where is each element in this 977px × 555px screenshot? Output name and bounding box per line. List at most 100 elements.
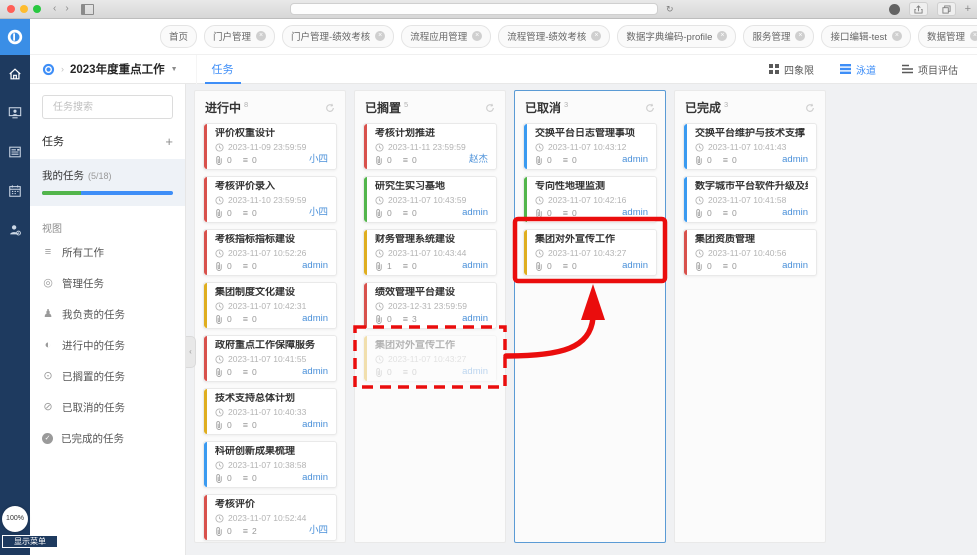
assignee-link[interactable]: admin	[302, 367, 328, 377]
task-card[interactable]: 数字城市平台软件升级及维护 2023-11-07 10:41:58 0 ≡ 0 …	[683, 176, 817, 223]
show-menu-button[interactable]: 显示菜单	[2, 535, 58, 548]
assignee-link[interactable]: 小四	[309, 155, 328, 165]
sidebar-view-item[interactable]: ⊘ 已取消的任务	[30, 392, 185, 423]
back-button[interactable]: ‹	[53, 4, 56, 14]
address-bar[interactable]	[290, 3, 658, 15]
task-card[interactable]: 考核指标指标建设 2023-11-07 10:52:26 0 ≡ 0 admin	[203, 229, 337, 276]
task-card[interactable]: 政府重点工作保障服务 2023-11-07 10:41:55 0 ≡ 0 adm…	[203, 335, 337, 382]
sidebar-view-item[interactable]: ◎ 管理任务	[30, 268, 185, 299]
task-card[interactable]: 技术支持总体计划 2023-11-07 10:40:33 0 ≡ 0 admin	[203, 388, 337, 435]
assignee-link[interactable]: admin	[782, 155, 808, 165]
task-card[interactable]: 集团对外宣传工作 2023-11-07 10:43:27 0 ≡ 0 admin	[363, 335, 497, 382]
close-icon[interactable]: ×	[892, 31, 902, 41]
task-card[interactable]: 考核计划推进 2023-11-11 23:59:59 0 ≡ 0 赵杰	[363, 123, 497, 170]
task-card[interactable]: 交换平台日志管理事项 2023-11-07 10:43:12 0 ≡ 0 adm…	[523, 123, 657, 170]
sidebar-view-item[interactable]: ◐ 进行中的任务	[30, 330, 185, 361]
share-icon[interactable]	[909, 2, 928, 16]
reload-icon[interactable]: ↻	[666, 3, 674, 15]
zoom-window-button[interactable]	[33, 5, 41, 13]
task-search[interactable]	[42, 95, 173, 119]
close-icon[interactable]: ×	[970, 31, 977, 41]
task-card[interactable]: 集团制度文化建设 2023-11-07 10:42:31 0 ≡ 0 admin	[203, 282, 337, 329]
home-icon[interactable]	[8, 67, 22, 81]
assignee-link[interactable]: admin	[302, 261, 328, 271]
assignee-link[interactable]: admin	[302, 314, 328, 324]
app-tab[interactable]: 数据管理 ×	[918, 25, 977, 48]
app-tab[interactable]: 接口编辑-test ×	[821, 25, 910, 48]
collapse-panel-handle[interactable]: ‹	[186, 336, 196, 368]
task-search-input[interactable]	[51, 101, 164, 114]
minimize-window-button[interactable]	[20, 5, 28, 13]
close-icon[interactable]: ×	[717, 31, 727, 41]
close-icon[interactable]: ×	[591, 31, 601, 41]
app-tab[interactable]: 服务管理 ×	[743, 25, 814, 48]
app-tab[interactable]: 流程管理-绩效考核 ×	[498, 25, 610, 48]
assignee-link[interactable]: admin	[782, 261, 808, 271]
assignee-link[interactable]: 小四	[309, 526, 328, 536]
app-tab[interactable]: 首页	[160, 25, 197, 48]
task-card[interactable]: 交换平台维护与技术支撑 2023-11-07 10:41:43 0 ≡ 0 ad…	[683, 123, 817, 170]
new-tab-button[interactable]: +	[965, 3, 971, 15]
task-card[interactable]: 考核评价 2023-11-07 10:52:44 0 ≡ 2 小四	[203, 494, 337, 541]
user-settings-icon[interactable]	[8, 223, 22, 237]
assignee-link[interactable]: admin	[462, 208, 488, 218]
app-tab[interactable]: 流程应用管理 ×	[401, 25, 491, 48]
app-logo[interactable]	[0, 18, 30, 55]
refresh-icon[interactable]	[325, 103, 335, 113]
task-card[interactable]: 考核评价录入 2023-11-10 23:59:59 0 ≡ 0 小四	[203, 176, 337, 223]
task-card[interactable]: 研究生实习基地 2023-11-07 10:43:59 0 ≡ 0 admin	[363, 176, 497, 223]
app-tab[interactable]: 门户管理-绩效考核 ×	[282, 25, 394, 48]
close-window-button[interactable]	[7, 5, 15, 13]
my-tasks-item[interactable]: 我的任务(5/18)	[30, 159, 185, 206]
close-icon[interactable]: ×	[472, 31, 482, 41]
assignee-link[interactable]: admin	[462, 367, 488, 377]
assignee-link[interactable]: 赵杰	[469, 155, 488, 165]
task-card[interactable]: 科研创新成果梳理 2023-11-07 10:38:58 0 ≡ 0 admin	[203, 441, 337, 488]
close-icon[interactable]: ×	[256, 31, 266, 41]
sidebar-view-item[interactable]: ✓ 已完成的任务	[30, 423, 185, 454]
add-task-button[interactable]: +	[165, 135, 173, 148]
view-swimlane[interactable]: 泳道	[827, 55, 889, 84]
assignee-link[interactable]: admin	[302, 420, 328, 430]
assignee-link[interactable]: 小四	[309, 208, 328, 218]
task-card[interactable]: 集团资质管理 2023-11-07 10:40:56 0 ≡ 0 admin	[683, 229, 817, 276]
priority-stripe	[204, 230, 207, 275]
assignee-link[interactable]: admin	[622, 155, 648, 165]
project-selector[interactable]: › 2023年度重点工作 ▼	[30, 61, 178, 77]
attachment-count: 0	[387, 314, 392, 324]
assignee-link[interactable]: admin	[622, 208, 648, 218]
assignee-link[interactable]: admin	[462, 314, 488, 324]
close-icon[interactable]: ×	[795, 31, 805, 41]
app-tab[interactable]: 门户管理 ×	[204, 25, 275, 48]
refresh-icon[interactable]	[645, 103, 655, 113]
sidebar-toggle-icon[interactable]	[81, 4, 94, 15]
task-card[interactable]: 集团对外宣传工作 2023-11-07 10:43:27 0 ≡ 0 admin	[523, 229, 657, 276]
assignee-link[interactable]: admin	[782, 208, 808, 218]
view-evaluation[interactable]: 项目评估	[889, 55, 971, 84]
sidebar-view-item[interactable]: ≡ 所有工作	[30, 237, 185, 268]
zoom-level-badge[interactable]: 100%	[2, 506, 28, 532]
task-card[interactable]: 财务管理系统建设 2023-11-07 10:43:44 1 ≡ 0 admin	[363, 229, 497, 276]
assignee-link[interactable]: admin	[462, 261, 488, 271]
close-icon[interactable]: ×	[375, 31, 385, 41]
circle-icon: ◎	[42, 278, 54, 289]
assignee-link[interactable]: admin	[302, 473, 328, 483]
task-due-date: 2023-11-07 10:52:26	[228, 248, 306, 258]
task-card[interactable]: 评价权重设计 2023-11-09 23:59:59 0 ≡ 0 小四	[203, 123, 337, 170]
news-icon[interactable]	[8, 145, 22, 159]
sidebar-view-item[interactable]: ♟ 我负责的任务	[30, 299, 185, 330]
extension-badge-icon[interactable]	[889, 4, 900, 15]
tab-overview-icon[interactable]	[937, 2, 956, 16]
refresh-icon[interactable]	[805, 103, 815, 113]
sidebar-view-item[interactable]: ⊙ 已搁置的任务	[30, 361, 185, 392]
user-screen-icon[interactable]	[8, 106, 22, 120]
assignee-link[interactable]: admin	[622, 261, 648, 271]
task-card[interactable]: 绩效管理平台建设 2023-12-31 23:59:59 0 ≡ 3 admin	[363, 282, 497, 329]
app-tab[interactable]: 数据字典编码-profile ×	[617, 25, 736, 48]
view-quadrant[interactable]: 四象限	[756, 55, 827, 84]
refresh-icon[interactable]	[485, 103, 495, 113]
task-card[interactable]: 专向性地理监测 2023-11-07 10:42:16 0 ≡ 0 admin	[523, 176, 657, 223]
calendar-icon[interactable]	[8, 184, 22, 198]
forward-button[interactable]: ›	[65, 4, 68, 14]
tab-tasks[interactable]: 任务	[196, 55, 249, 84]
